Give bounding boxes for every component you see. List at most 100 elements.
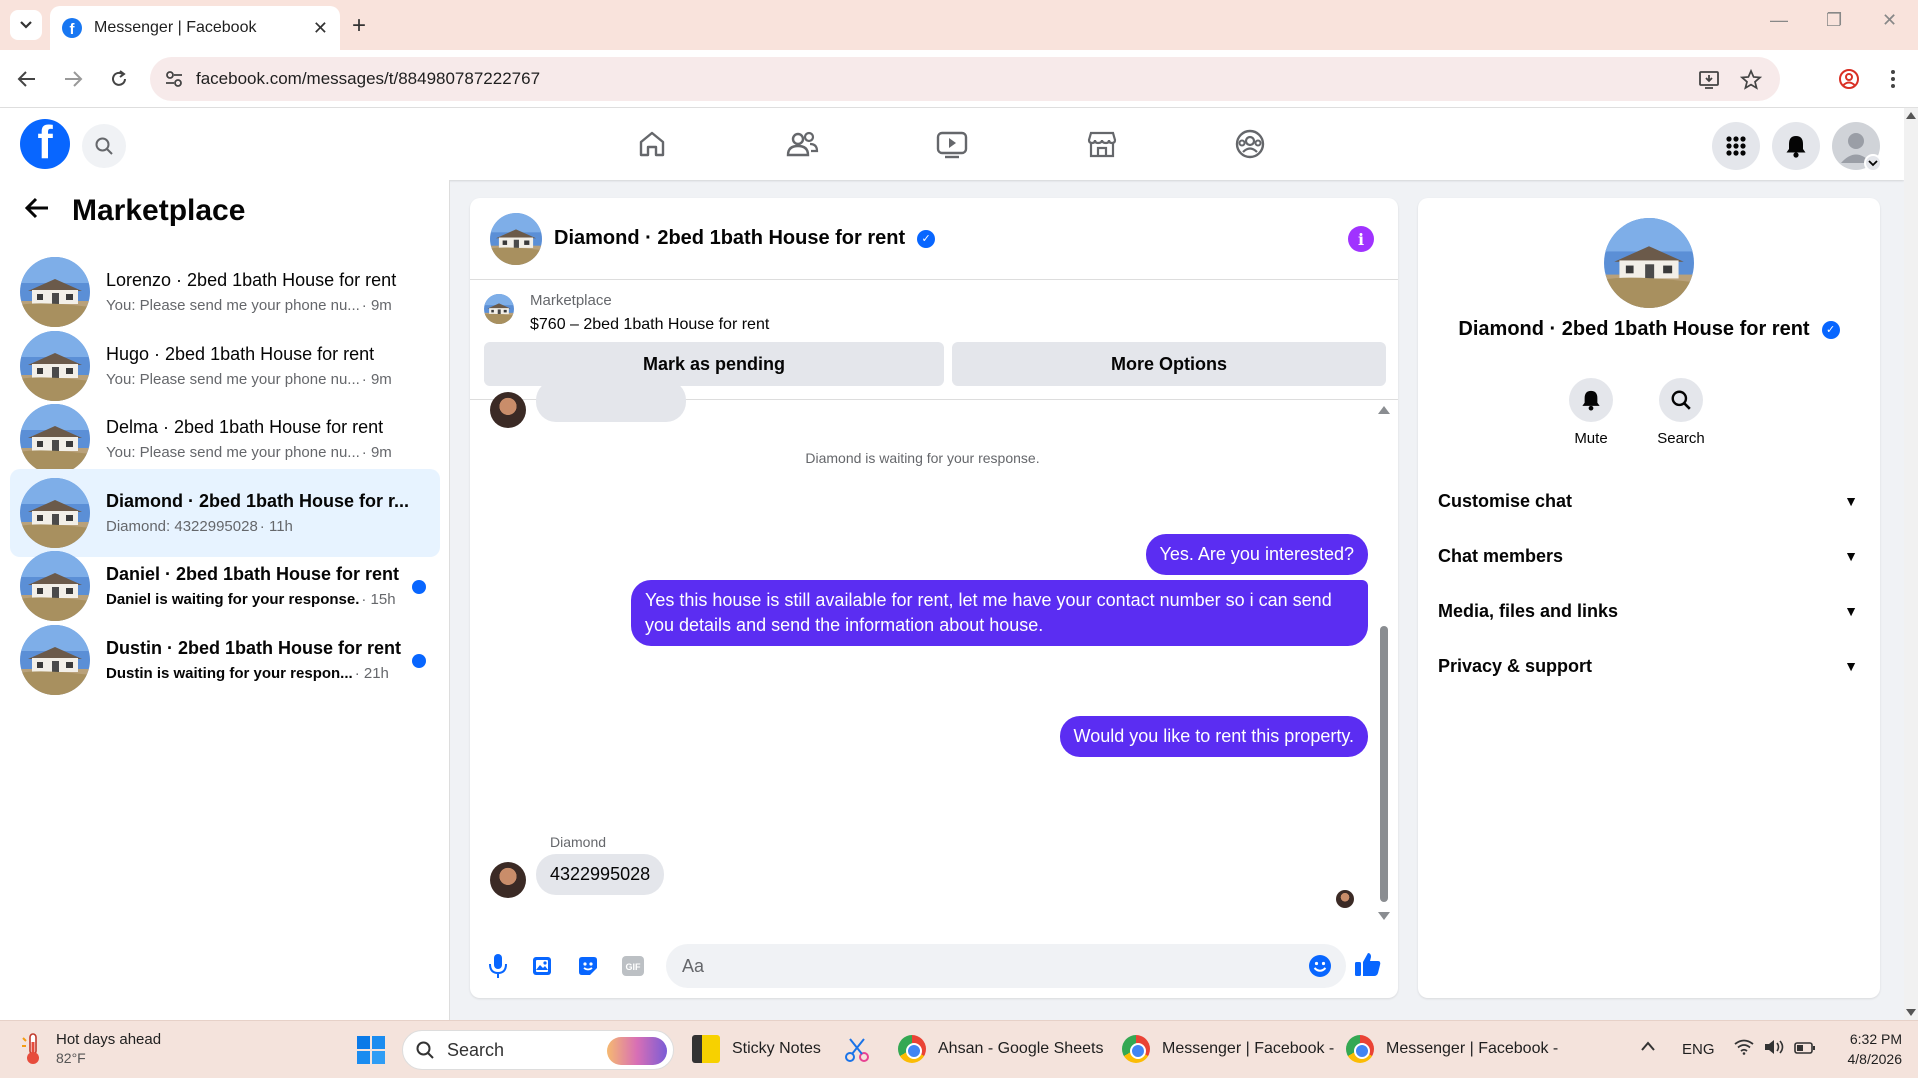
like-thumb-icon[interactable] — [1354, 950, 1382, 978]
show-hidden-icons-button[interactable] — [1640, 1039, 1656, 1057]
verified-badge-icon: ✓ — [917, 229, 936, 248]
search-highlight-image — [607, 1037, 667, 1065]
search-in-chat-button[interactable]: Search — [1636, 378, 1726, 447]
taskbar-app-sticky-notes[interactable]: Sticky Notes — [692, 1035, 821, 1063]
chevron-down-icon: ▼ — [1844, 493, 1858, 509]
windows-logo-icon — [357, 1036, 385, 1064]
info-icon[interactable]: i — [1348, 226, 1374, 252]
conversation-avatar — [20, 477, 90, 548]
taskbar-search[interactable]: Search — [402, 1030, 674, 1070]
house-photo-icon — [484, 294, 514, 324]
nav-home[interactable] — [634, 126, 670, 162]
battery-icon[interactable] — [1794, 1041, 1816, 1059]
more-options-button[interactable]: More Options — [952, 342, 1386, 386]
close-window-button[interactable]: ✕ — [1882, 10, 1897, 31]
chat-scrollbar[interactable] — [1380, 626, 1388, 902]
facebook-logo-icon[interactable]: f — [20, 119, 70, 169]
reload-button[interactable] — [106, 66, 132, 92]
customise-chat-row[interactable]: Customise chat ▼ — [1438, 481, 1858, 521]
nav-groups[interactable] — [1232, 126, 1268, 162]
taskbar-app-snipping-tool[interactable] — [842, 1035, 872, 1065]
menu-button[interactable] — [1712, 122, 1760, 170]
url-text: facebook.com/messages/t/884980787222767 — [196, 69, 541, 88]
conversation-preview-row: Daniel is waiting for your response. · 15… — [106, 591, 416, 608]
chat-members-row[interactable]: Chat members ▼ — [1438, 536, 1858, 576]
search-icon — [1671, 390, 1691, 410]
taskbar-app-google-sheets[interactable]: Ahsan - Google Sheets — [898, 1035, 1103, 1063]
conversation-avatar — [20, 257, 90, 327]
conversation-preview-row: You: Please send me your phone nu... · 9m — [106, 371, 416, 388]
mute-button[interactable]: Mute — [1546, 378, 1636, 447]
nav-marketplace[interactable] — [1084, 126, 1120, 162]
house-photo-icon — [20, 257, 90, 327]
listing-title[interactable]: $760 – 2bed 1bath House for rent — [530, 316, 769, 334]
close-tab-icon[interactable]: ✕ — [313, 18, 328, 39]
profile-avatar[interactable] — [1604, 218, 1694, 308]
browser-tab[interactable]: f Messenger | Facebook ✕ — [50, 6, 340, 50]
sticker-icon[interactable] — [574, 952, 602, 980]
account-chevron-icon — [1864, 154, 1882, 172]
photo-icon[interactable] — [529, 952, 557, 980]
home-icon — [639, 131, 665, 157]
media-files-links-row[interactable]: Media, files and links ▼ — [1438, 591, 1858, 631]
svg-text:GIF: GIF — [626, 962, 642, 972]
incoming-message: 4322995028 — [536, 854, 665, 895]
forward-button[interactable] — [60, 66, 86, 92]
conversation-time: · 21h — [354, 665, 389, 682]
conversation-name: Dustin · 2bed 1bath House for rent — [106, 638, 402, 658]
minimize-button[interactable]: — — [1770, 10, 1788, 31]
gif-icon[interactable]: GIF — [619, 952, 647, 980]
scroll-up-arrow-icon[interactable] — [1906, 112, 1916, 119]
scroll-down-arrow-icon[interactable] — [1906, 1009, 1916, 1016]
marketplace-header: Marketplace — [24, 194, 245, 228]
wifi-icon[interactable] — [1734, 1039, 1754, 1060]
clock-date[interactable]: 4/8/2026 — [1830, 1051, 1903, 1067]
conversation-item[interactable]: Dustin · 2bed 1bath House for rent Dustin… — [10, 616, 440, 704]
microphone-icon[interactable] — [484, 952, 512, 980]
nav-watch[interactable] — [934, 126, 970, 162]
conversation-time: · 9m — [361, 297, 392, 314]
notifications-button[interactable] — [1772, 122, 1820, 170]
message-input[interactable]: Aa — [666, 944, 1346, 988]
nav-friends[interactable] — [784, 126, 820, 162]
install-app-icon[interactable] — [1698, 69, 1720, 91]
house-photo-icon — [20, 625, 90, 695]
language-indicator[interactable]: ENG — [1682, 1041, 1715, 1058]
chat-avatar[interactable] — [490, 212, 542, 265]
chat-title[interactable]: Diamond · 2bed 1bath House for rent ✓ — [554, 227, 936, 250]
new-tab-button[interactable]: + — [352, 12, 366, 40]
conversation-preview: Diamond: 4322995028 — [106, 517, 258, 535]
bookmark-star-icon[interactable] — [1740, 69, 1762, 91]
house-photo-icon — [20, 404, 90, 475]
tab-search-dropdown[interactable] — [10, 10, 42, 40]
browser-menu-button[interactable] — [1880, 66, 1906, 92]
start-button[interactable] — [356, 1035, 386, 1070]
scroll-down-arrow-icon[interactable] — [1378, 912, 1390, 920]
thermometer-icon — [22, 1032, 39, 1064]
url-field[interactable]: facebook.com/messages/t/884980787222767 — [150, 57, 1780, 101]
taskbar-app-messenger-1[interactable]: Messenger | Facebook - — [1122, 1035, 1334, 1063]
account-avatar[interactable] — [1832, 122, 1882, 172]
profile-button[interactable] — [1836, 66, 1862, 92]
conversation-avatar — [20, 625, 90, 695]
clock-time[interactable]: 6:32 PM — [1838, 1031, 1902, 1047]
facebook-search-button[interactable] — [82, 124, 126, 168]
back-arrow-icon[interactable] — [24, 194, 50, 228]
listing-thumbnail[interactable] — [484, 294, 514, 324]
emoji-icon[interactable] — [1308, 954, 1332, 978]
taskbar-app-label: Ahsan - Google Sheets — [938, 1040, 1104, 1057]
weather-widget[interactable]: Hot days ahead 82°F — [20, 1031, 161, 1066]
weather-title: Hot days ahead — [56, 1031, 162, 1048]
volume-icon[interactable] — [1764, 1039, 1786, 1060]
taskbar-app-messenger-2[interactable]: Messenger | Facebook - — [1346, 1035, 1558, 1063]
site-settings-icon[interactable] — [164, 69, 184, 89]
more-vertical-icon — [1891, 70, 1895, 88]
page-scrollbar[interactable] — [1904, 108, 1918, 1020]
scroll-up-arrow-icon[interactable] — [1378, 406, 1390, 414]
outgoing-message: Would you like to rent this property. — [1059, 716, 1368, 757]
conversation-name: Hugo · 2bed 1bath House for rent — [106, 343, 375, 364]
privacy-support-row[interactable]: Privacy & support ▼ — [1438, 646, 1858, 686]
restore-button[interactable]: ❐ — [1826, 10, 1842, 31]
house-photo-icon — [20, 477, 90, 548]
back-button[interactable] — [14, 66, 40, 92]
